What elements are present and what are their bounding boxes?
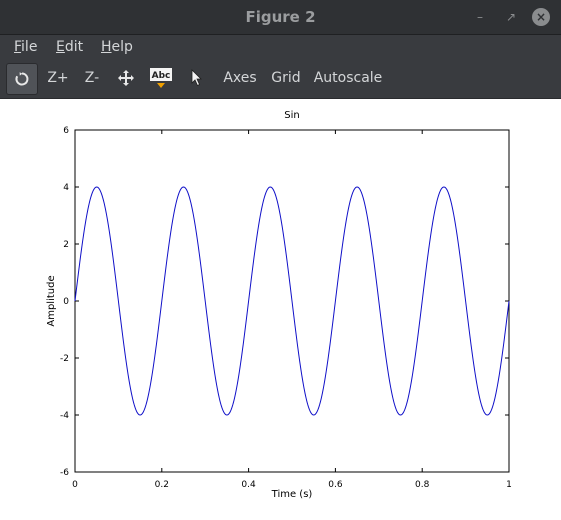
- y-tick-label: 6: [63, 126, 69, 136]
- menu-edit-label: dit: [64, 39, 84, 55]
- pan-button[interactable]: [113, 63, 139, 93]
- x-tick-label: 0.2: [155, 480, 169, 490]
- y-tick-label: 2: [63, 240, 69, 250]
- rotate-icon: [15, 72, 29, 86]
- pan-icon: [118, 70, 134, 86]
- menu-edit[interactable]: Edit: [56, 37, 83, 57]
- rotate-button[interactable]: [6, 63, 38, 95]
- close-button[interactable]: ×: [532, 8, 550, 26]
- y-tick-label: 0: [63, 297, 69, 307]
- x-axis-label: Time (s): [271, 489, 313, 500]
- menu-edit-mnemonic: E: [56, 39, 65, 55]
- svg-text:Abc: Abc: [152, 71, 171, 81]
- x-tick-label: 0.4: [241, 480, 256, 490]
- menu-help-mnemonic: H: [101, 39, 112, 55]
- plot-canvas[interactable]: Sin Time (s) Amplitude 0 0.2 0.4 0.6 0.8 1 -6 -…: [0, 99, 561, 520]
- menu-bar: File Edit Help: [0, 35, 561, 59]
- y-tick-label: 4: [63, 183, 69, 193]
- y-tick-label: -6: [60, 468, 69, 478]
- x-tick-label: 0: [72, 480, 78, 490]
- menu-file-label: ile: [21, 39, 38, 55]
- y-tick-label: -2: [60, 354, 69, 364]
- menu-help-label: elp: [111, 39, 133, 55]
- menu-file-mnemonic: F: [14, 39, 22, 55]
- minimize-button[interactable]: –: [471, 8, 489, 26]
- figure-window: Figure 2 – ↗ × File Edit Help Z+ Z- Abc …: [0, 0, 561, 520]
- maximize-icon: ↗: [505, 10, 517, 24]
- select-button[interactable]: [186, 63, 208, 93]
- x-tick-label: 1: [506, 480, 512, 490]
- zoom-in-button[interactable]: Z+: [44, 63, 72, 93]
- axes-button[interactable]: Axes: [220, 63, 260, 93]
- grid-button[interactable]: Grid: [268, 63, 304, 93]
- menu-help[interactable]: Help: [101, 37, 133, 57]
- x-tick-label: 0.6: [328, 480, 343, 490]
- chart-title: Sin: [284, 110, 299, 121]
- pointer-icon: [191, 69, 202, 87]
- toolbar: Z+ Z- Abc Axes Grid Autoscale: [0, 59, 561, 99]
- sine-chart: Sin Time (s) Amplitude 0 0.2 0.4 0.6 0.8 1 -6 -…: [46, 110, 512, 500]
- close-icon: ×: [535, 10, 547, 24]
- menu-file[interactable]: File: [14, 37, 37, 57]
- maximize-button[interactable]: ↗: [502, 8, 520, 26]
- minimize-icon: –: [477, 10, 483, 24]
- y-tick-label: -4: [60, 411, 69, 421]
- y-axis-label: Amplitude: [46, 275, 57, 326]
- title-bar[interactable]: Figure 2 – ↗ ×: [0, 0, 561, 35]
- text-insert-icon: Abc: [150, 68, 172, 88]
- text-button[interactable]: Abc: [148, 63, 174, 93]
- autoscale-button[interactable]: Autoscale: [313, 63, 383, 93]
- x-tick-label: 0.8: [415, 480, 430, 490]
- zoom-out-button[interactable]: Z-: [78, 63, 106, 93]
